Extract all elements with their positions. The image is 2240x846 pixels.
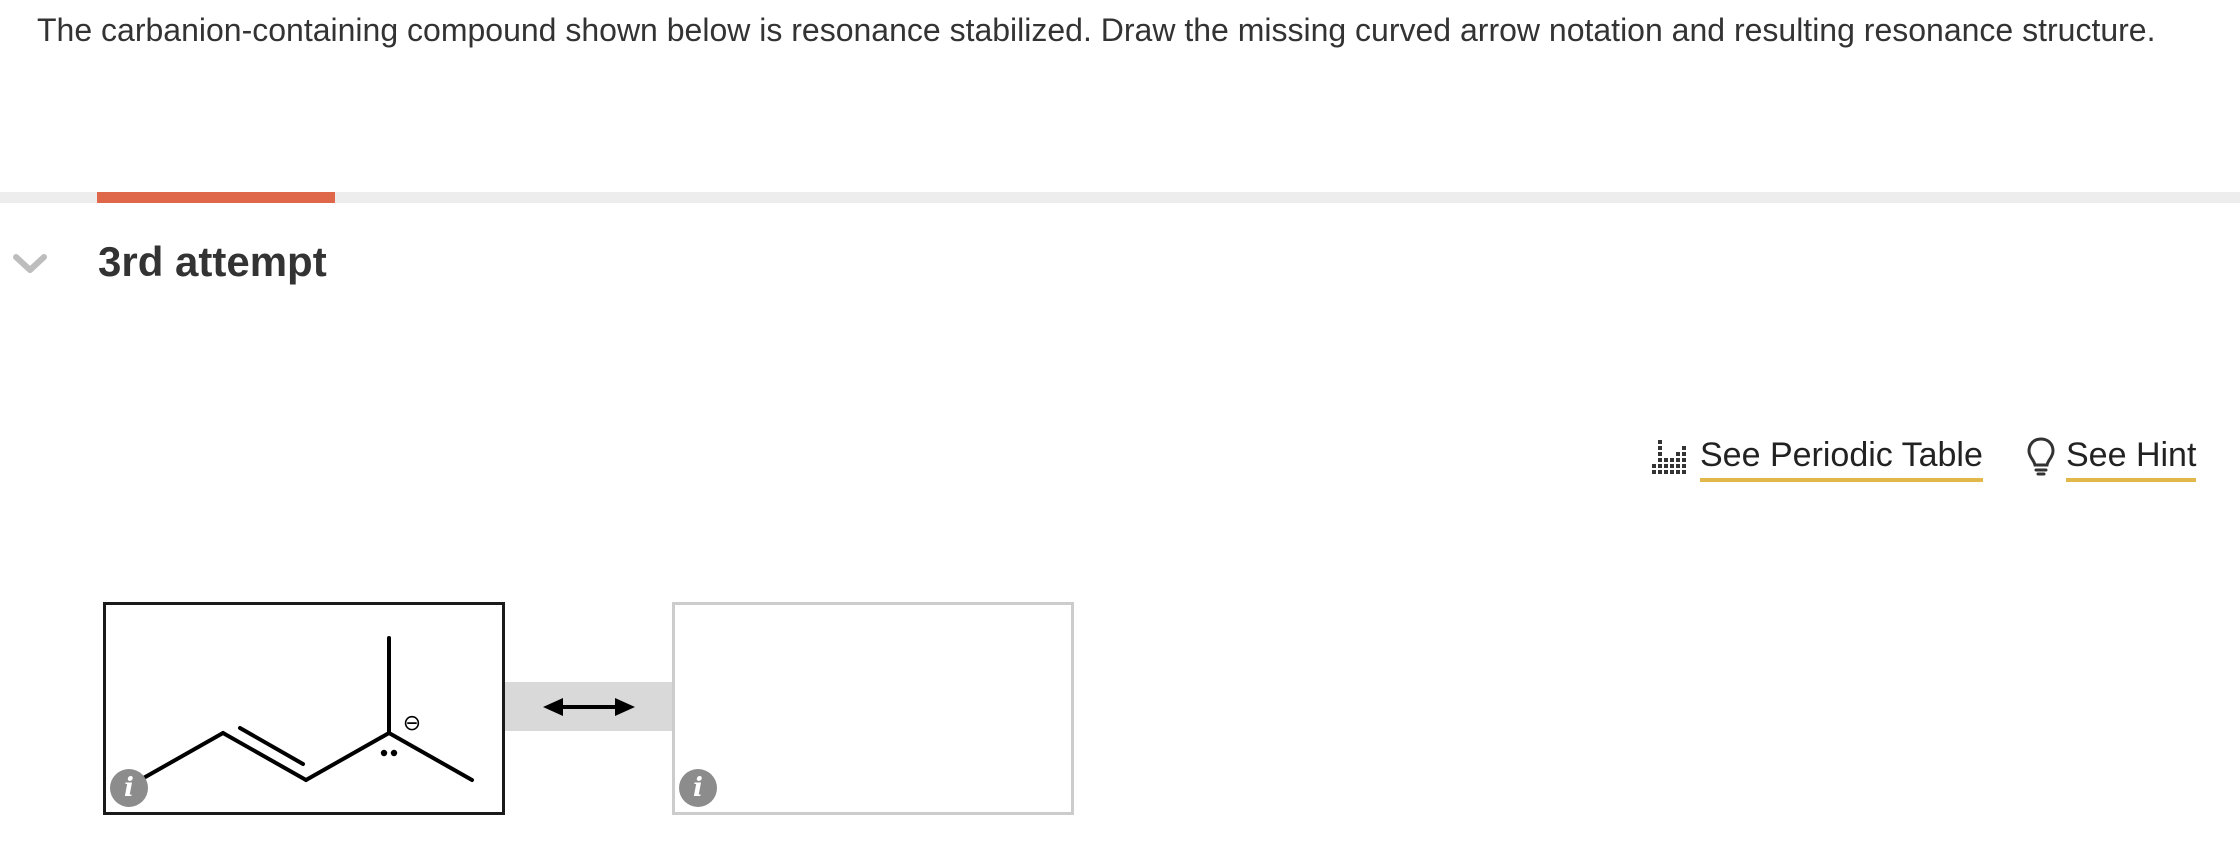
- see-periodic-table-label: See Periodic Table: [1700, 434, 1983, 482]
- attempt-title: 3rd attempt: [98, 238, 327, 285]
- lightbulb-icon: [2026, 436, 2056, 481]
- question-text: The carbanion-containing compound shown …: [37, 12, 2156, 48]
- info-icon[interactable]: i: [110, 769, 148, 807]
- attempt-progress-track: [0, 192, 2240, 203]
- chevron-down-icon[interactable]: [12, 252, 48, 276]
- carbanion-structure: ⊖: [138, 636, 474, 782]
- resonance-arrow-icon: [543, 697, 635, 716]
- periodic-table-icon: [1652, 438, 1690, 479]
- negative-charge-symbol: ⊖: [403, 711, 421, 736]
- lone-pair-dot: [390, 749, 398, 757]
- see-hint-label: See Hint: [2066, 434, 2197, 482]
- resonance-structure-drawing-box[interactable]: i: [672, 602, 1074, 815]
- info-icon[interactable]: i: [679, 769, 717, 807]
- lone-pair-dot: [380, 749, 388, 757]
- attempt-progress-fill: [97, 192, 335, 203]
- resonance-arrow-band: [505, 682, 673, 731]
- see-hint-link[interactable]: See Hint: [2026, 432, 2197, 484]
- starting-structure-box[interactable]: ⊖ i: [103, 602, 505, 815]
- see-periodic-table-link[interactable]: See Periodic Table: [1652, 432, 1983, 484]
